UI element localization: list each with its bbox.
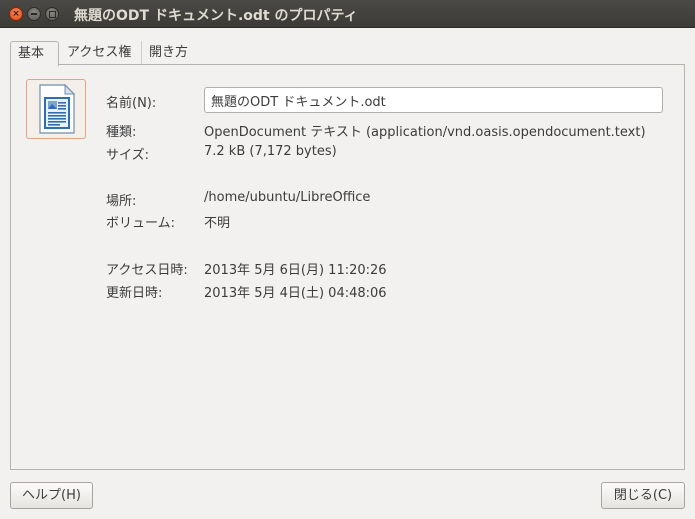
window-title: 無題のODT ドキュメント.odt のプロパティ [74, 8, 358, 24]
type-value: OpenDocument テキスト (application/vnd.oasis… [204, 125, 646, 140]
volume-value: 不明 [204, 216, 231, 231]
type-label: 種類: [106, 125, 137, 140]
title-bar[interactable]: × 無題のODT ドキュメント.odt のプロパティ [0, 0, 695, 28]
modified-label: 更新日時: [106, 286, 163, 301]
window-minimize-icon[interactable] [27, 7, 41, 21]
properties-dialog: × 無題のODT ドキュメント.odt のプロパティ 基本 アクセス権 開き方 [0, 0, 695, 519]
window-close-icon[interactable]: × [9, 7, 23, 21]
size-value: 7.2 kB (7,172 bytes) [204, 144, 337, 159]
tab-basic[interactable]: 基本 [10, 41, 59, 66]
help-button[interactable]: ヘルプ(H) [10, 482, 93, 509]
name-input[interactable] [204, 87, 663, 113]
name-label: 名前(N): [106, 96, 157, 111]
tab-permissions[interactable]: アクセス権 [60, 41, 142, 65]
location-value: /home/ubuntu/LibreOffice [204, 190, 371, 205]
accessed-label: アクセス日時: [106, 263, 188, 278]
volume-label: ボリューム: [106, 216, 175, 231]
size-label: サイズ: [106, 148, 149, 163]
modified-value: 2013年 5月 4日(土) 04:48:06 [204, 286, 387, 301]
document-icon [26, 79, 86, 139]
tab-open-with[interactable]: 開き方 [142, 41, 208, 65]
accessed-value: 2013年 5月 6日(月) 11:20:26 [204, 263, 387, 278]
location-label: 場所: [106, 194, 137, 209]
window-maximize-icon[interactable] [45, 7, 59, 21]
close-button[interactable]: 閉じる(C) [601, 482, 685, 509]
